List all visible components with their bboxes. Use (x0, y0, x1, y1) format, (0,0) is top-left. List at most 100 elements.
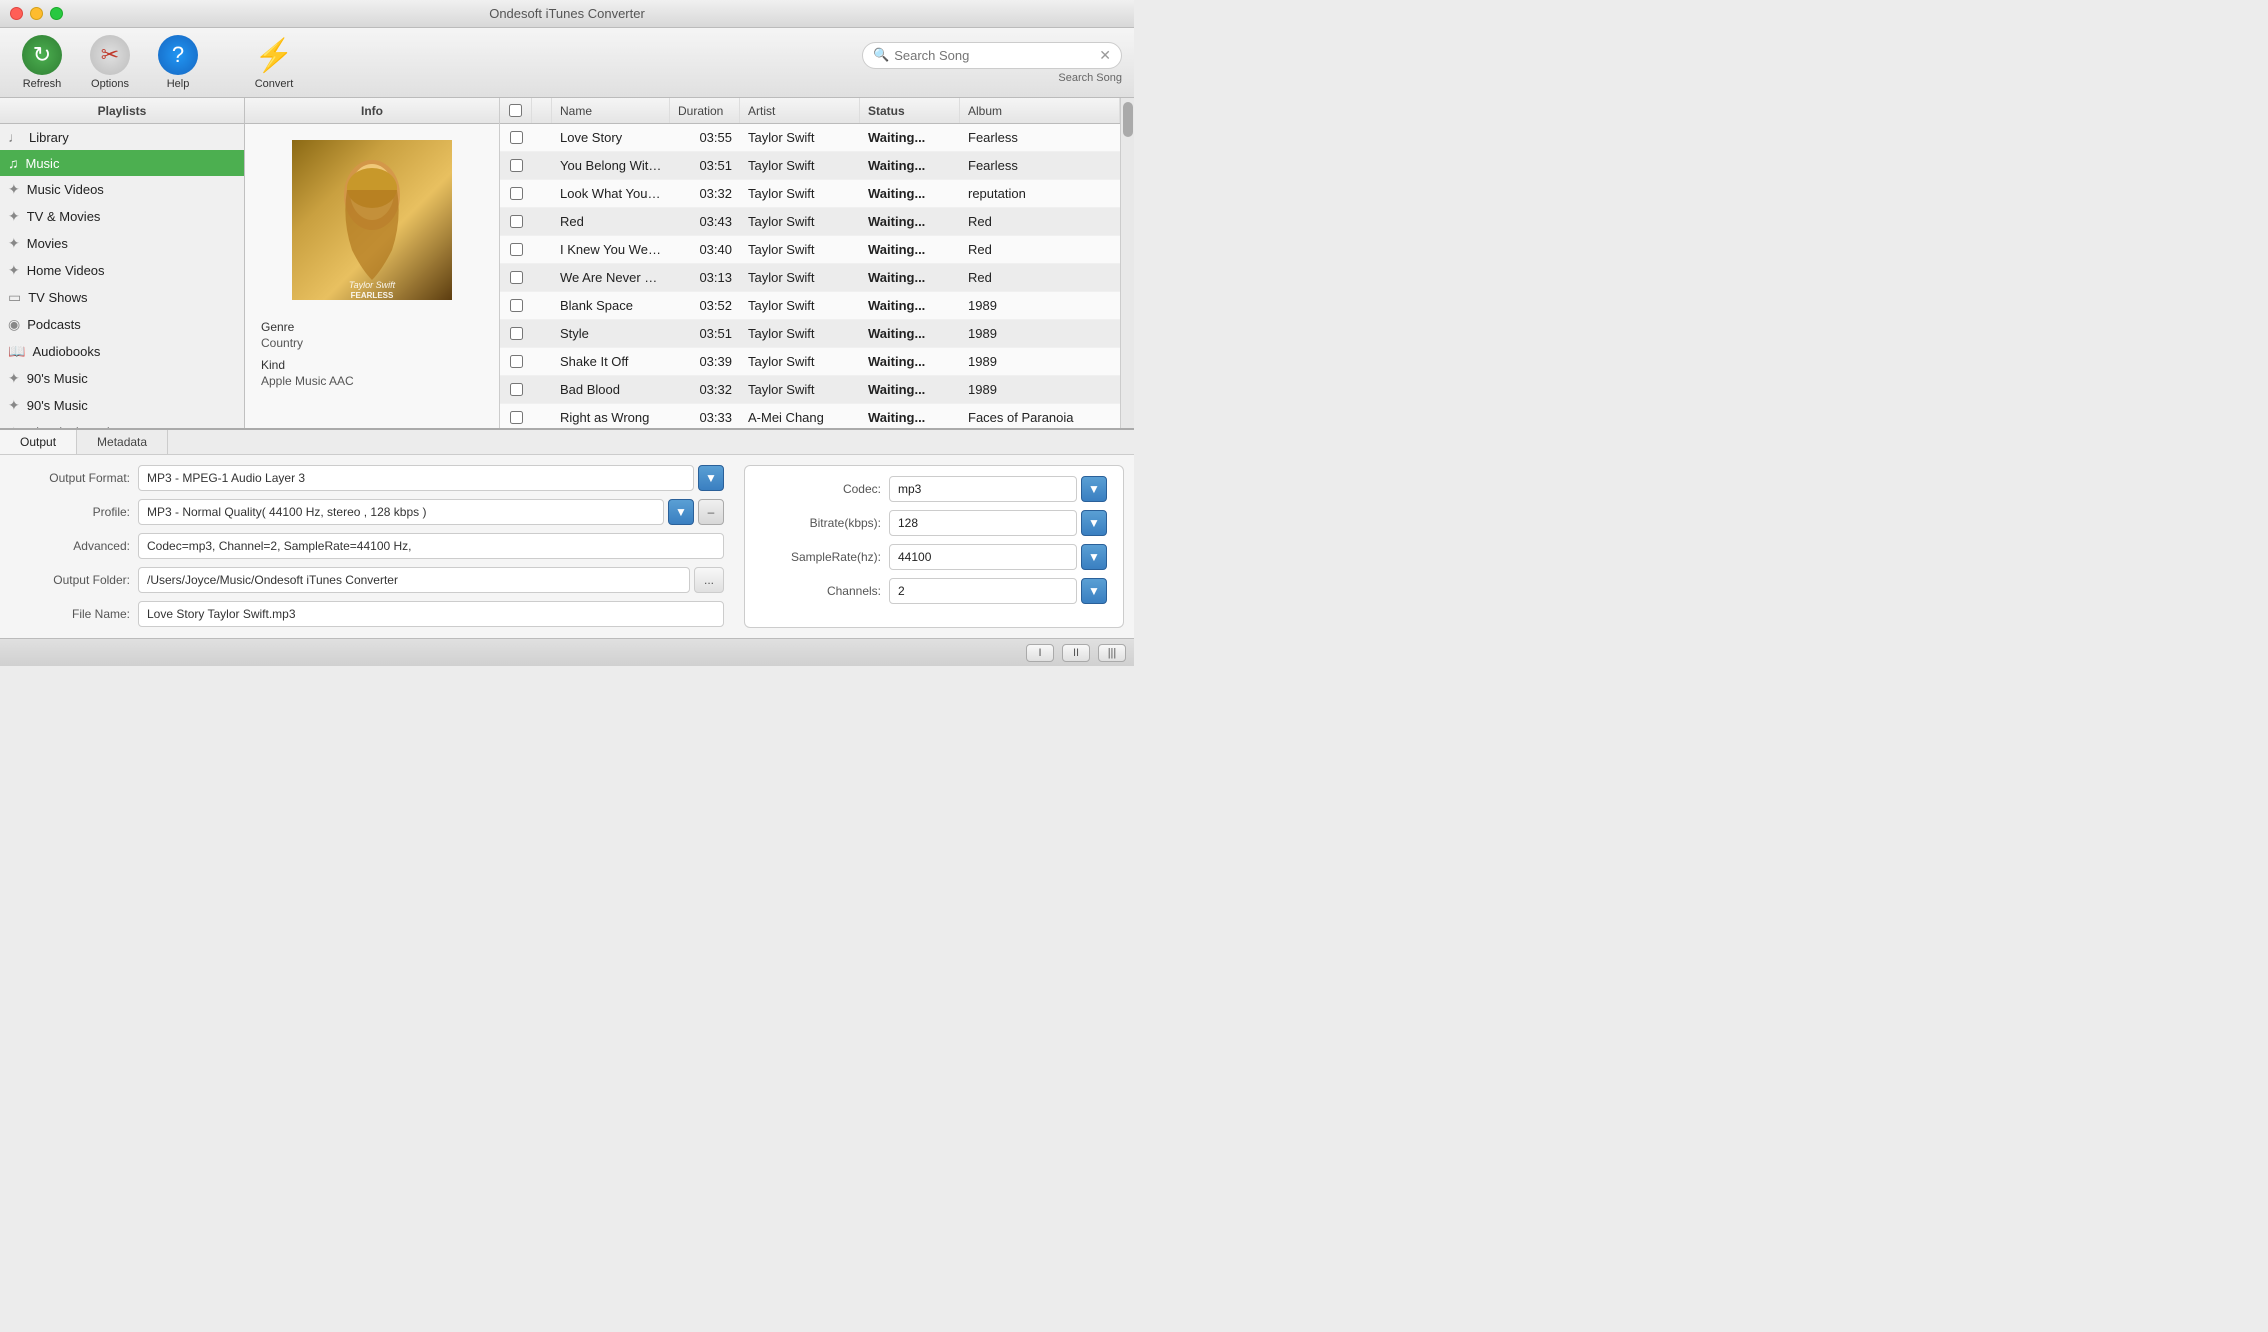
songs-panel: Name Duration Artist Status Album Love S… (500, 98, 1120, 428)
profile-minus[interactable]: – (698, 499, 724, 525)
sidebar-item-audiobooks[interactable]: 📖Audiobooks (0, 338, 244, 365)
row-checkbox-10[interactable] (500, 411, 532, 424)
row-checkbox-1[interactable] (500, 159, 532, 172)
file-name-input[interactable] (138, 601, 724, 627)
row-status-2: Waiting... (860, 186, 960, 201)
toolbar: ↻ Refresh ✂ Options ? Help ⚡ Convert 🔍 ✕… (0, 28, 1134, 98)
table-row[interactable]: You Belong With Me 03:51 Taylor Swift Wa… (500, 152, 1120, 180)
sidebar-item-classical[interactable]: ✦Classical Music (0, 419, 244, 428)
convert-icon: ⚡ (254, 35, 294, 75)
browse-button[interactable]: ... (694, 567, 724, 593)
row-album-10: Faces of Paranoia (960, 410, 1120, 425)
genre-value: Country (261, 336, 483, 350)
table-row[interactable]: Blank Space 03:52 Taylor Swift Waiting..… (500, 292, 1120, 320)
window-controls[interactable] (10, 7, 63, 20)
tab-output[interactable]: Output (0, 430, 77, 454)
close-button[interactable] (10, 7, 23, 20)
options-button[interactable]: ✂ Options (80, 31, 140, 94)
sidebar-item-90s-music2[interactable]: ✦90's Music (0, 392, 244, 419)
row-checkbox-4[interactable] (500, 243, 532, 256)
row-checkbox-5[interactable] (500, 271, 532, 284)
status-btn-2[interactable]: II (1062, 644, 1090, 662)
row-checkbox-0[interactable] (500, 131, 532, 144)
output-folder-input[interactable] (138, 567, 690, 593)
header-check-all[interactable] (500, 98, 532, 123)
row-artist-6: Taylor Swift (740, 298, 860, 313)
row-album-3: Red (960, 214, 1120, 229)
row-album-0: Fearless (960, 130, 1120, 145)
sidebar-icon-90s-music2: ✦ (8, 397, 20, 414)
row-checkbox-6[interactable] (500, 299, 532, 312)
row-duration-3: 03:43 (670, 214, 740, 229)
sidebar-icon-music-videos: ✦ (8, 181, 20, 198)
refresh-button[interactable]: ↻ Refresh (12, 31, 72, 94)
svg-text:FEARLESS: FEARLESS (351, 291, 394, 300)
genre-label: Genre (261, 320, 483, 334)
row-checkbox-7[interactable] (500, 327, 532, 340)
sidebar-item-music-videos[interactable]: ✦Music Videos (0, 176, 244, 203)
sidebar-item-podcasts[interactable]: ◉Podcasts (0, 311, 244, 338)
sidebar-item-movies[interactable]: ✦Movies (0, 230, 244, 257)
search-input[interactable] (894, 48, 1099, 63)
bitrate-row: Bitrate(kbps): 128 ▼ (761, 510, 1107, 536)
bitrate-dropdown[interactable]: ▼ (1081, 510, 1107, 536)
channels-dropdown[interactable]: ▼ (1081, 578, 1107, 604)
sidebar-item-90s-music[interactable]: ✦90's Music (0, 365, 244, 392)
minimize-button[interactable] (30, 7, 43, 20)
help-button[interactable]: ? Help (148, 31, 208, 94)
table-row[interactable]: Bad Blood 03:32 Taylor Swift Waiting... … (500, 376, 1120, 404)
sidebar-label-home-videos: Home Videos (27, 263, 105, 278)
status-bar: I II ||| (0, 638, 1134, 666)
table-row[interactable]: I Knew You Were Trouble 03:40 Taylor Swi… (500, 236, 1120, 264)
tab-metadata[interactable]: Metadata (77, 430, 168, 454)
table-row[interactable]: Love Story 03:55 Taylor Swift Waiting...… (500, 124, 1120, 152)
status-btn-1[interactable]: I (1026, 644, 1054, 662)
maximize-button[interactable] (50, 7, 63, 20)
profile-dropdown[interactable]: ▼ (668, 499, 694, 525)
table-row[interactable]: Style 03:51 Taylor Swift Waiting... 1989 (500, 320, 1120, 348)
row-checkbox-2[interactable] (500, 187, 532, 200)
output-format-dropdown[interactable]: ▼ (698, 465, 724, 491)
row-duration-10: 03:33 (670, 410, 740, 425)
table-row[interactable]: We Are Never Ever Getting Back Tog... 03… (500, 264, 1120, 292)
sidebar-item-library[interactable]: ♩Library (0, 124, 244, 150)
table-row[interactable]: Shake It Off 03:39 Taylor Swift Waiting.… (500, 348, 1120, 376)
row-name-10: Right as Wrong (552, 410, 670, 425)
row-status-8: Waiting... (860, 354, 960, 369)
table-row[interactable]: Red 03:43 Taylor Swift Waiting... Red (500, 208, 1120, 236)
search-clear-button[interactable]: ✕ (1099, 47, 1111, 64)
row-artist-8: Taylor Swift (740, 354, 860, 369)
search-icon: 🔍 (873, 47, 889, 63)
row-name-3: Red (552, 214, 670, 229)
scrollbar-thumb[interactable] (1123, 102, 1133, 137)
samplerate-dropdown[interactable]: ▼ (1081, 544, 1107, 570)
row-checkbox-9[interactable] (500, 383, 532, 396)
scrollbar-right[interactable] (1120, 98, 1134, 428)
select-all-checkbox[interactable] (509, 104, 522, 117)
codec-dropdown[interactable]: ▼ (1081, 476, 1107, 502)
table-row[interactable]: Look What You Made Me Do 03:32 Taylor Sw… (500, 180, 1120, 208)
advanced-input[interactable] (138, 533, 724, 559)
bitrate-text: 128 (898, 516, 918, 530)
row-status-10: Waiting... (860, 410, 960, 425)
sidebar-item-tv-movies[interactable]: ✦TV & Movies (0, 203, 244, 230)
convert-button[interactable]: ⚡ Convert (244, 31, 304, 94)
options-icon: ✂ (90, 35, 130, 75)
profile-row: Profile: MP3 - Normal Quality( 44100 Hz,… (10, 499, 724, 525)
status-btn-3[interactable]: ||| (1098, 644, 1126, 662)
sidebar-item-home-videos[interactable]: ✦Home Videos (0, 257, 244, 284)
row-checkbox-8[interactable] (500, 355, 532, 368)
row-status-3: Waiting... (860, 214, 960, 229)
help-icon: ? (158, 35, 198, 75)
samplerate-value: 44100 (889, 544, 1077, 570)
table-row[interactable]: Right as Wrong 03:33 A-Mei Chang Waiting… (500, 404, 1120, 428)
bottom-content: Output Format: MP3 - MPEG-1 Audio Layer … (0, 455, 1134, 638)
output-folder-label: Output Folder: (10, 573, 130, 587)
row-status-5: Waiting... (860, 270, 960, 285)
sidebar-item-tv-shows[interactable]: ▭TV Shows (0, 284, 244, 311)
codec-label: Codec: (761, 482, 881, 496)
output-format-text: MP3 - MPEG-1 Audio Layer 3 (147, 471, 305, 485)
sidebar-item-music[interactable]: ♫Music (0, 150, 244, 176)
row-checkbox-3[interactable] (500, 215, 532, 228)
row-duration-5: 03:13 (670, 270, 740, 285)
